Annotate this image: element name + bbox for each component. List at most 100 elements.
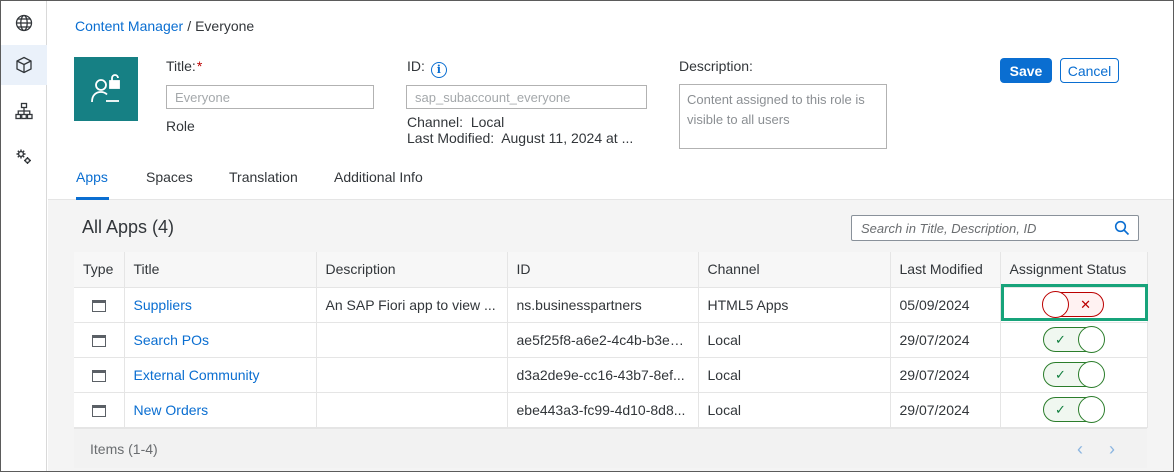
description-label: Description: bbox=[679, 58, 753, 74]
column-header-type[interactable]: Type bbox=[74, 252, 125, 288]
tab-translation[interactable]: Translation bbox=[229, 169, 298, 200]
user-unlock-icon bbox=[91, 74, 120, 103]
table-row[interactable]: Suppliers An SAP Fiori app to view ... n… bbox=[74, 287, 1148, 323]
app-channel: Local bbox=[698, 322, 891, 358]
assignment-status-cell: ✓ bbox=[1000, 322, 1148, 358]
search-icon[interactable] bbox=[1114, 220, 1130, 236]
breadcrumb-content-manager-link[interactable]: Content Manager bbox=[75, 18, 183, 34]
app-description bbox=[316, 392, 508, 428]
app-description bbox=[316, 357, 508, 393]
nav-globe-button[interactable] bbox=[1, 3, 47, 43]
column-header-title[interactable]: Title bbox=[124, 252, 317, 288]
nav-content-button[interactable] bbox=[1, 45, 47, 85]
column-header-assignment-status[interactable]: Assignment Status bbox=[1000, 252, 1148, 288]
table-header-row: Type Title Description ID Channel Last M… bbox=[74, 252, 1148, 288]
app-window-icon bbox=[91, 369, 106, 382]
globe-icon bbox=[15, 14, 33, 32]
nav-settings-button[interactable] bbox=[1, 137, 47, 177]
type-cell bbox=[74, 357, 125, 393]
highlight-box bbox=[1001, 284, 1148, 321]
apps-table: Type Title Description ID Channel Last M… bbox=[74, 252, 1148, 428]
assignment-switch-on[interactable]: ✓ bbox=[1043, 396, 1105, 423]
app-title-link[interactable]: New Orders bbox=[124, 392, 317, 428]
type-cell bbox=[74, 287, 125, 323]
assignment-status-cell: ✓ bbox=[1000, 357, 1148, 393]
title-input[interactable]: Everyone bbox=[166, 85, 374, 109]
nav-sitemap-button[interactable] bbox=[1, 91, 47, 131]
last-modified-row: Last Modified: August 11, 2024 at ... bbox=[407, 130, 633, 146]
table-row[interactable]: New Orders ebe443a3-fc99-4d10-8d8... Loc… bbox=[74, 392, 1148, 428]
id-label-text: ID: bbox=[407, 58, 425, 74]
app-channel: HTML5 Apps bbox=[698, 287, 891, 323]
items-count: Items (1-4) bbox=[90, 441, 158, 457]
switch-knob bbox=[1078, 326, 1105, 353]
table-row[interactable]: Search POs ae5f25f8-a6e2-4c4b-b3e5... Lo… bbox=[74, 322, 1148, 358]
title-label-text: Title: bbox=[166, 58, 196, 74]
channel-label: Channel: bbox=[407, 114, 464, 130]
app-last-modified: 05/09/2024 bbox=[890, 287, 1001, 323]
required-indicator: * bbox=[196, 58, 203, 74]
switch-knob bbox=[1078, 361, 1105, 388]
channel-value: Local bbox=[470, 114, 505, 130]
apps-table-title: All Apps (4) bbox=[82, 217, 175, 237]
type-cell bbox=[74, 322, 125, 358]
app-id: d3a2de9e-cc16-43b7-8ef... bbox=[507, 357, 699, 393]
app-id: ae5f25f8-a6e2-4c4b-b3e5... bbox=[507, 322, 699, 358]
last-modified-label: Last Modified: bbox=[407, 130, 495, 146]
switch-knob bbox=[1078, 396, 1105, 423]
app-description: An SAP Fiori app to view ... bbox=[316, 287, 508, 323]
tab-additional-info[interactable]: Additional Info bbox=[334, 169, 423, 200]
next-page-icon[interactable]: › bbox=[1109, 439, 1115, 460]
app-id: ebe443a3-fc99-4d10-8d8... bbox=[507, 392, 699, 428]
column-header-id[interactable]: ID bbox=[507, 252, 699, 288]
info-icon[interactable]: i bbox=[430, 62, 447, 78]
app-channel: Local bbox=[698, 357, 891, 393]
type-cell bbox=[74, 392, 125, 428]
sitemap-icon bbox=[15, 102, 33, 120]
previous-page-icon[interactable]: ‹ bbox=[1077, 439, 1083, 460]
table-row[interactable]: External Community d3a2de9e-cc16-43b7-8e… bbox=[74, 357, 1148, 393]
checkmark-icon: ✓ bbox=[1055, 367, 1066, 382]
app-title-link[interactable]: Search POs bbox=[124, 322, 317, 358]
tab-spaces[interactable]: Spaces bbox=[146, 169, 193, 200]
app-window-icon bbox=[91, 334, 106, 347]
app-title-link[interactable]: Suppliers bbox=[124, 287, 317, 323]
breadcrumb: Content Manager / Everyone bbox=[75, 18, 254, 34]
tab-bar: Apps Spaces Translation Additional Info bbox=[48, 160, 1173, 200]
id-input[interactable]: sap_subaccount_everyone bbox=[406, 85, 647, 109]
app-description bbox=[316, 322, 508, 358]
column-header-description[interactable]: Description bbox=[316, 252, 508, 288]
last-modified-value: August 11, 2024 at ... bbox=[501, 130, 634, 146]
description-textarea[interactable]: Content assigned to this role is visible… bbox=[679, 84, 887, 149]
checkmark-icon: ✓ bbox=[1055, 402, 1066, 417]
title-label: Title:* bbox=[166, 58, 202, 74]
search-placeholder: Search in Title, Description, ID bbox=[861, 221, 1037, 236]
channel-row: Channel: Local bbox=[407, 114, 504, 130]
app-channel: Local bbox=[698, 392, 891, 428]
side-navigation bbox=[1, 1, 47, 471]
assignment-switch-on[interactable]: ✓ bbox=[1043, 326, 1105, 353]
checkmark-icon: ✓ bbox=[1055, 332, 1066, 347]
column-header-last-modified[interactable]: Last Modified bbox=[890, 252, 1001, 288]
cancel-button[interactable]: Cancel bbox=[1060, 58, 1119, 83]
app-window-icon bbox=[91, 404, 106, 417]
search-input[interactable]: Search in Title, Description, ID bbox=[851, 215, 1139, 241]
breadcrumb-separator: / bbox=[187, 18, 192, 34]
id-label: ID: i bbox=[407, 58, 447, 78]
role-tile bbox=[74, 57, 138, 121]
table-footer: Items (1-4) ‹ › bbox=[74, 428, 1147, 468]
breadcrumb-current: Everyone bbox=[195, 18, 255, 34]
role-label: Role bbox=[166, 118, 195, 134]
app-last-modified: 29/07/2024 bbox=[890, 322, 1001, 358]
app-last-modified: 29/07/2024 bbox=[890, 392, 1001, 428]
app-title-link[interactable]: External Community bbox=[124, 357, 317, 393]
cube-icon bbox=[16, 56, 32, 74]
assignment-switch-on[interactable]: ✓ bbox=[1043, 361, 1105, 388]
save-button[interactable]: Save bbox=[1000, 58, 1052, 83]
app-id: ns.businesspartners bbox=[507, 287, 699, 323]
app-last-modified: 29/07/2024 bbox=[890, 357, 1001, 393]
column-header-channel[interactable]: Channel bbox=[698, 252, 891, 288]
assignment-status-cell: ✓ bbox=[1000, 392, 1148, 428]
tab-apps[interactable]: Apps bbox=[76, 169, 109, 200]
gears-icon bbox=[16, 149, 31, 164]
